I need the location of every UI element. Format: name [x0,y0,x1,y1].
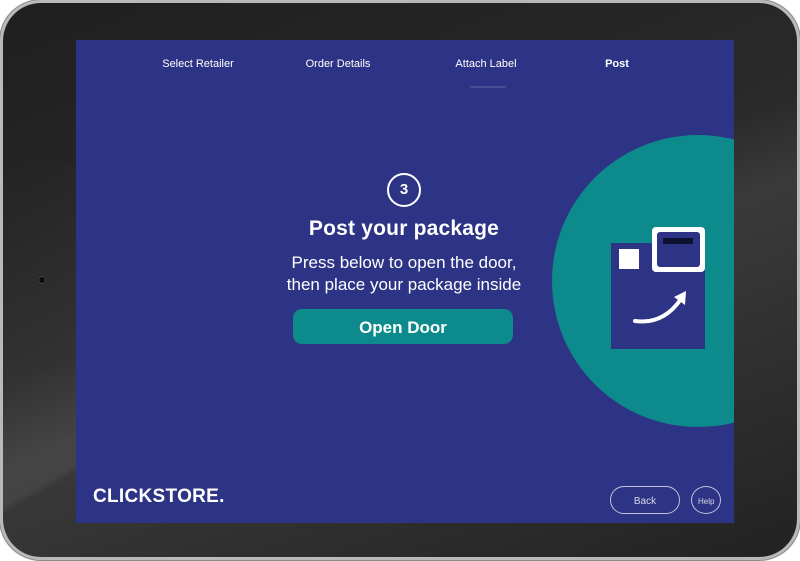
page-title: Post your package [308,217,500,240]
step-post: Post [605,58,629,70]
clickstore-logo: CLICKSTORE. [93,486,225,507]
instruction-line-2: then place your package inside [286,275,522,294]
locker-box-icon [611,227,705,349]
step-order-details: Order Details [305,58,371,70]
back-button[interactable]: Back [610,486,680,514]
step-select-retailer: Select Retailer [162,58,234,70]
kiosk-screen: Select Retailer Order Details Attach Lab… [76,40,734,523]
instruction-line-1: Press below to open the door, [291,253,517,272]
camera-dot [38,276,46,284]
tablet-frame: Select Retailer Order Details Attach Lab… [3,3,797,557]
help-button[interactable]: Help [691,486,721,514]
step-attach-label: Attach Label [455,58,517,70]
step-number-badge: 3 [387,173,421,207]
progress-steps: Select Retailer Order Details Attach Lab… [76,58,734,78]
open-door-button[interactable]: Open Door [293,309,513,344]
instruction-text: Press below to open the door, then place… [226,252,582,296]
step-divider [470,86,506,88]
